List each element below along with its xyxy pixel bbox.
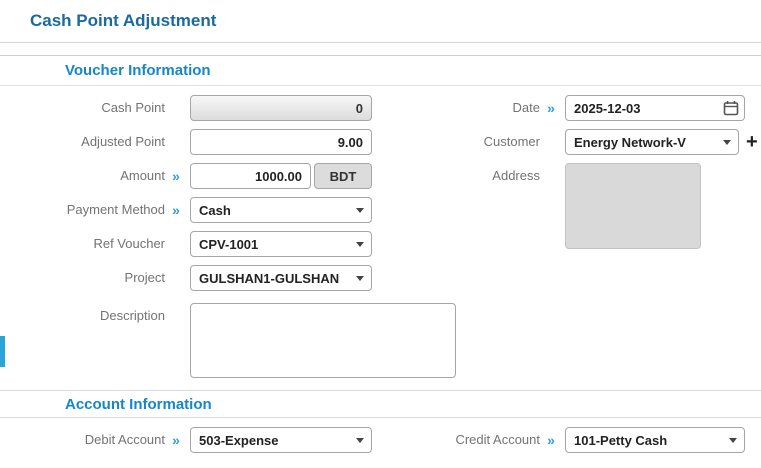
credit-account-value: 101-Petty Cash bbox=[574, 432, 668, 448]
required-icon: » bbox=[172, 168, 180, 184]
plus-icon[interactable]: + bbox=[746, 129, 758, 155]
page-header: Cash Point Adjustment bbox=[0, 0, 761, 43]
required-icon: » bbox=[172, 432, 180, 448]
debit-account-select[interactable]: 503-Expense bbox=[190, 427, 372, 453]
project-value: GULSHAN1-GULSHAN bbox=[199, 270, 340, 286]
page-title: Cash Point Adjustment bbox=[30, 11, 217, 30]
adjusted-point-label: Adjusted Point bbox=[81, 134, 165, 149]
customer-select[interactable]: Energy Network-V bbox=[565, 129, 739, 155]
chevron-down-icon bbox=[723, 140, 731, 145]
ref-voucher-label: Ref Voucher bbox=[93, 236, 165, 251]
voucher-information-section-header: Voucher Information bbox=[0, 56, 761, 86]
address-label: Address bbox=[492, 168, 540, 183]
cash-point-label: Cash Point bbox=[101, 100, 165, 115]
calendar-icon[interactable] bbox=[723, 100, 739, 116]
payment-method-value: Cash bbox=[199, 202, 231, 218]
payment-method-select[interactable]: Cash bbox=[190, 197, 372, 223]
credit-account-select[interactable]: 101-Petty Cash bbox=[565, 427, 745, 453]
ref-voucher-select[interactable]: CPV-1001 bbox=[190, 231, 372, 257]
cash-point-adjustment-page: Cash Point Adjustment Voucher Informatio… bbox=[0, 0, 761, 468]
required-icon: » bbox=[172, 202, 180, 218]
credit-account-label: Credit Account bbox=[455, 432, 540, 447]
left-accent-strip bbox=[0, 336, 5, 367]
voucher-information-title: Voucher Information bbox=[65, 62, 211, 79]
project-label: Project bbox=[124, 270, 165, 285]
amount-input[interactable] bbox=[190, 163, 311, 189]
chevron-down-icon bbox=[356, 276, 364, 281]
payment-method-label: Payment Method bbox=[66, 202, 165, 217]
debit-account-label: Debit Account bbox=[84, 432, 165, 447]
date-input[interactable] bbox=[565, 95, 745, 121]
header-separator bbox=[0, 43, 761, 56]
required-icon: » bbox=[547, 100, 555, 116]
customer-value: Energy Network-V bbox=[574, 134, 686, 150]
chevron-down-icon bbox=[356, 208, 364, 213]
chevron-down-icon bbox=[356, 438, 364, 443]
account-information-section-header: Account Information bbox=[0, 391, 761, 418]
project-select[interactable]: GULSHAN1-GULSHAN bbox=[190, 265, 372, 291]
chevron-down-icon bbox=[356, 242, 364, 247]
customer-label: Customer bbox=[483, 134, 540, 149]
account-information-title: Account Information bbox=[65, 395, 212, 413]
date-label: Date bbox=[512, 100, 540, 115]
debit-account-value: 503-Expense bbox=[199, 432, 279, 448]
ref-voucher-value: CPV-1001 bbox=[199, 236, 259, 252]
cash-point-input bbox=[190, 95, 372, 121]
chevron-down-icon bbox=[729, 438, 737, 443]
description-label: Description bbox=[99, 308, 165, 323]
date-field bbox=[565, 95, 745, 121]
amount-label: Amount bbox=[120, 168, 165, 183]
adjusted-point-input[interactable] bbox=[190, 129, 372, 155]
address-textarea bbox=[565, 163, 701, 249]
currency-badge: BDT bbox=[314, 163, 372, 189]
required-icon: » bbox=[547, 432, 555, 448]
description-textarea[interactable] bbox=[190, 303, 456, 378]
